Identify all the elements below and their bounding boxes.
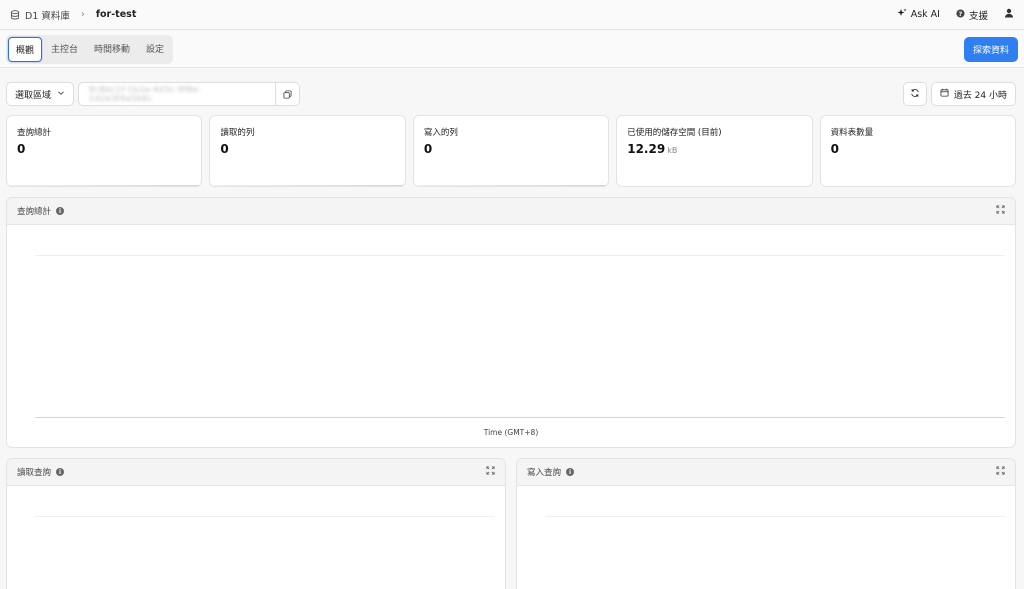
chevron-right-icon: › [80,9,85,20]
stat-card-table-count: 資料表數量 0 [819,115,1017,187]
chart-gridline [35,516,495,517]
stat-value: 0 [17,142,26,156]
stat-card-storage-used: 已使用的儲存空間 (目前) 12.29 kB [616,115,813,187]
time-range-select[interactable]: 過去 24 小時 [930,82,1016,106]
region-select[interactable]: 選取區域 [6,82,75,106]
tab-settings[interactable]: 設定 [139,37,171,62]
expand-icon[interactable] [996,205,1005,217]
breadcrumb: D1 資料庫 › for-test [10,8,136,22]
stat-label: 查詢總計 [17,128,52,138]
tab-bar: 概觀 主控台 時間移動 設定 探索資料 [0,31,1024,68]
chart-gridline [35,255,1005,256]
help-icon: ? [956,8,965,21]
expand-icon[interactable] [486,466,495,478]
user-menu-button[interactable] [1004,8,1014,21]
expand-icon[interactable] [996,466,1005,478]
stat-label: 資料表數量 [830,128,874,138]
svg-text:?: ? [959,10,963,17]
panel-total-queries: 查詢總計 i Time (GMT+8) [6,197,1016,448]
breadcrumb-current: for-test [95,9,137,20]
stat-sparkline [212,184,403,186]
ask-ai-button[interactable]: Ask AI [897,8,940,21]
database-icon [10,9,20,20]
ask-ai-label: Ask AI [910,9,940,20]
panel-header: 寫入查詢 i [517,459,1015,486]
chart-gridline [545,516,1005,517]
panel-read-queries: 讀取查詢 i [6,458,506,589]
info-icon[interactable]: i [56,207,65,215]
database-id-field: 9c8bc1f-1b2a-4d3c-9f8e-1d2e3f4a5b6c [78,82,301,106]
tab-console[interactable]: 主控台 [44,37,85,62]
stat-value: 0 [423,142,433,156]
chevron-down-icon [57,89,65,100]
time-range-label: 過去 24 小時 [953,90,1007,101]
stat-value: 12.29 kB [627,142,678,156]
tab-overview[interactable]: 概觀 [8,36,43,62]
stat-card-total-queries: 查詢總計 0 [6,115,203,187]
info-icon[interactable]: i [566,468,575,476]
tab-group: 概觀 主控台 時間移動 設定 [6,34,174,64]
user-icon [1004,8,1014,21]
refresh-icon [910,88,920,101]
tab-time-travel[interactable]: 時間移動 [87,37,137,62]
stat-card-rows-read: 讀取的列 0 [209,115,406,187]
stat-label: 寫入的列 [423,128,458,138]
stat-card-rows-written: 寫入的列 0 [412,115,610,187]
stat-value: 0 [220,142,229,156]
stat-value: 0 [830,142,839,156]
info-icon[interactable]: i [56,468,65,476]
panel-write-queries: 寫入查詢 i [516,458,1016,589]
stats-row: 查詢總計 0 讀取的列 0 寫入的列 0 已使用的儲存空間 (目前) 12.29… [6,115,1017,187]
database-id-value: 9c8bc1f-1b2a-4d3c-9f8e-1d2e3f4a5b6c [89,85,202,103]
panel-title: 寫入查詢 [527,468,562,478]
region-select-label: 選取區域 [15,90,52,101]
panel-title: 讀取查詢 [17,468,52,478]
support-button[interactable]: ? 支援 [956,8,988,22]
breadcrumb-parent-link[interactable]: D1 資料庫 [25,8,70,22]
copy-icon[interactable] [275,83,299,105]
panel-header: 查詢總計 i [7,198,1015,225]
chart-x-axis [35,417,1005,418]
panel-title: 查詢總計 [17,207,52,217]
calendar-icon [940,88,949,100]
explore-data-button[interactable]: 探索資料 [963,36,1018,62]
panel-header: 讀取查詢 i [7,459,505,486]
filter-row: 選取區域 9c8bc1f-1b2a-4d3c-9f8e-1d2e3f4a5b6c… [6,82,1016,106]
refresh-button[interactable] [902,82,927,106]
sparkle-icon [897,8,907,21]
top-bar: D1 資料庫 › for-test Ask AI ? 支援 [0,0,1024,30]
chart-x-axis-label: Time (GMT+8) [483,428,539,437]
stat-label: 讀取的列 [220,128,255,138]
support-label: 支援 [968,10,988,22]
stat-sparkline [415,184,607,186]
stat-unit: kB [667,146,678,155]
stat-sparkline [9,184,200,186]
stat-label: 已使用的儲存空間 (目前) [627,128,722,138]
